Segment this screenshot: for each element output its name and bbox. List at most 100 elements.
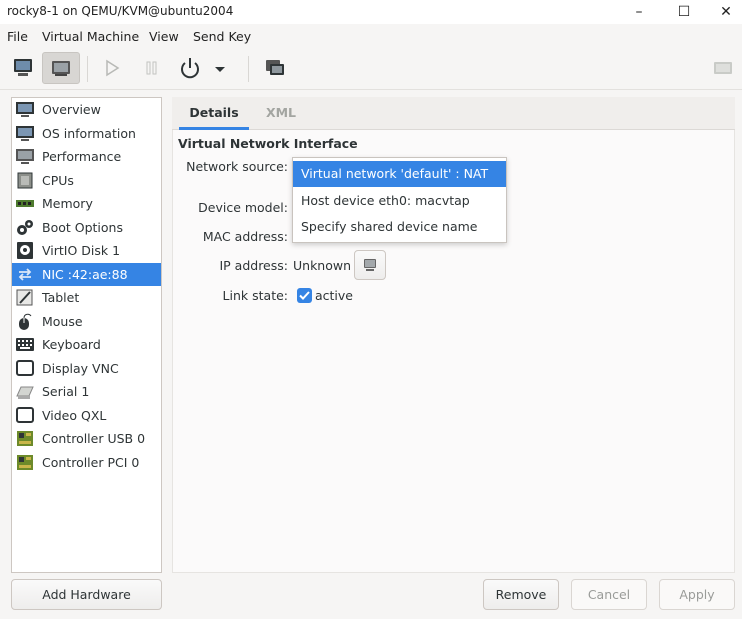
sidebar-item-video-qxl[interactable]: Video QXL xyxy=(12,404,161,427)
details-view-button[interactable] xyxy=(42,52,80,84)
fullscreen-icon xyxy=(714,62,732,74)
link-state-label: Link state: xyxy=(222,288,288,303)
menu-send-key[interactable]: Send Key xyxy=(193,29,251,44)
toolbar-separator xyxy=(248,56,249,82)
device-model-label: Device model: xyxy=(198,200,288,215)
sidebar-item-label: Tablet xyxy=(42,290,80,305)
sidebar-item-serial-1[interactable]: Serial 1 xyxy=(12,380,161,403)
monitor-icon xyxy=(16,102,34,117)
link-state-checkbox[interactable] xyxy=(297,288,312,303)
display-icon xyxy=(16,406,34,423)
gears-icon xyxy=(17,219,33,235)
title-bar: rocky8-1 on QEMU/KVM@ubuntu2004 – ☐ ✕ xyxy=(0,0,742,24)
sidebar-item-performance[interactable]: Performance xyxy=(12,145,161,168)
sidebar-item-controller-usb-0[interactable]: Controller USB 0 xyxy=(12,427,161,450)
display-icon xyxy=(16,359,34,376)
power-button[interactable] xyxy=(171,52,209,84)
window-title: rocky8-1 on QEMU/KVM@ubuntu2004 xyxy=(7,4,234,18)
menu-view[interactable]: View xyxy=(149,29,179,44)
sidebar-item-os-information[interactable]: OS information xyxy=(12,122,161,145)
menu-virtual-machine[interactable]: Virtual Machine xyxy=(42,29,139,44)
console-monitor-icon xyxy=(14,59,32,76)
snapshots-icon xyxy=(266,60,284,75)
run-button[interactable] xyxy=(93,52,131,84)
sidebar-item-label: Memory xyxy=(42,196,93,211)
power-menu-button[interactable] xyxy=(208,52,232,84)
ip-refresh-button[interactable] xyxy=(354,250,386,280)
menu-file[interactable]: File xyxy=(7,29,28,44)
run-icon xyxy=(106,59,120,77)
sidebar-item-label: Overview xyxy=(42,102,101,117)
apply-button[interactable]: Apply xyxy=(659,579,735,610)
serial-icon xyxy=(16,386,34,399)
monitor-icon xyxy=(16,125,34,141)
section-title: Virtual Network Interface xyxy=(178,136,358,151)
console-view-button[interactable] xyxy=(4,52,42,84)
sidebar-item-label: Performance xyxy=(42,149,122,164)
sidebar-item-mouse[interactable]: Mouse xyxy=(12,310,161,333)
cpu-icon xyxy=(17,172,33,188)
sidebar-item-controller-pci-0[interactable]: Controller PCI 0 xyxy=(12,451,161,474)
add-hardware-button[interactable]: Add Hardware xyxy=(11,579,162,610)
sidebar-item-label: NIC :42:ae:88 xyxy=(42,266,128,282)
network-icon xyxy=(18,267,32,281)
disk-icon xyxy=(17,242,33,259)
power-icon xyxy=(181,58,199,79)
link-state-value[interactable]: active xyxy=(315,288,353,303)
sidebar-item-label: Boot Options xyxy=(42,219,123,235)
ip-address-value: Unknown xyxy=(293,258,352,273)
sidebar-item-label: CPUs xyxy=(42,172,74,188)
toolbar-separator xyxy=(87,56,88,82)
network-source-label: Network source: xyxy=(186,159,288,174)
pause-icon xyxy=(146,61,157,75)
sidebar-item-overview[interactable]: Overview xyxy=(12,98,161,121)
sidebar-item-label: Mouse xyxy=(42,313,83,329)
tab-details[interactable]: Details xyxy=(179,97,249,130)
mouse-icon xyxy=(19,313,32,330)
sidebar-item-cpus[interactable]: CPUs xyxy=(12,169,161,192)
sidebar-item-label: Display VNC xyxy=(42,360,119,376)
sidebar-item-label: VirtIO Disk 1 xyxy=(42,243,121,258)
sidebar-item-keyboard[interactable]: Keyboard xyxy=(12,333,161,356)
toolbar xyxy=(0,48,742,90)
menu-bar: File Virtual Machine View Send Key xyxy=(0,24,742,48)
sidebar-item-label: Serial 1 xyxy=(42,384,90,399)
dropdown-option-shared-device[interactable]: Specify shared device name xyxy=(293,214,506,240)
network-source-dropdown: Virtual network 'default' : NAT Host dev… xyxy=(292,157,507,243)
cancel-button[interactable]: Cancel xyxy=(571,579,647,610)
tablet-icon xyxy=(16,289,33,306)
snapshots-button[interactable] xyxy=(256,52,294,84)
minimize-button[interactable]: – xyxy=(624,1,654,23)
sidebar-item-boot-options[interactable]: Boot Options xyxy=(12,216,161,239)
power-menu-chevron-icon xyxy=(215,67,225,72)
mac-address-label: MAC address: xyxy=(202,229,288,244)
fullscreen-button[interactable] xyxy=(704,52,742,84)
tab-bar: Details XML xyxy=(172,97,735,130)
tab-xml[interactable]: XML xyxy=(250,97,312,130)
controller-icon xyxy=(17,431,33,446)
memory-icon xyxy=(16,200,34,207)
close-button[interactable]: ✕ xyxy=(711,1,741,23)
pause-button[interactable] xyxy=(132,52,170,84)
sidebar-item-display-vnc[interactable]: Display VNC xyxy=(12,357,161,380)
sidebar-item-label: OS information xyxy=(42,125,136,141)
sidebar-item-label: Controller USB 0 xyxy=(42,431,146,446)
sidebar-item-label: Keyboard xyxy=(42,337,101,352)
hardware-list: Overview OS information Performance CPUs… xyxy=(11,97,162,573)
keyboard-icon xyxy=(16,338,34,351)
dropdown-option-macvtap[interactable]: Host device eth0: macvtap xyxy=(293,188,506,214)
sidebar-item-memory[interactable]: Memory xyxy=(12,192,161,215)
maximize-button[interactable]: ☐ xyxy=(669,1,699,23)
dropdown-option-nat[interactable]: Virtual network 'default' : NAT xyxy=(293,161,506,187)
sidebar-item-label: Video QXL xyxy=(42,407,107,423)
refresh-details-icon xyxy=(364,259,376,271)
controller-icon xyxy=(17,454,33,470)
sidebar-item-nic[interactable]: NIC :42:ae:88 xyxy=(12,262,161,286)
details-icon xyxy=(52,61,70,76)
checkmark-icon xyxy=(299,291,310,300)
monitor-icon xyxy=(16,149,34,164)
sidebar-item-tablet[interactable]: Tablet xyxy=(12,286,161,309)
remove-button[interactable]: Remove xyxy=(483,579,559,610)
ip-address-label: IP address: xyxy=(219,258,288,273)
sidebar-item-virtio-disk-1[interactable]: VirtIO Disk 1 xyxy=(12,239,161,262)
